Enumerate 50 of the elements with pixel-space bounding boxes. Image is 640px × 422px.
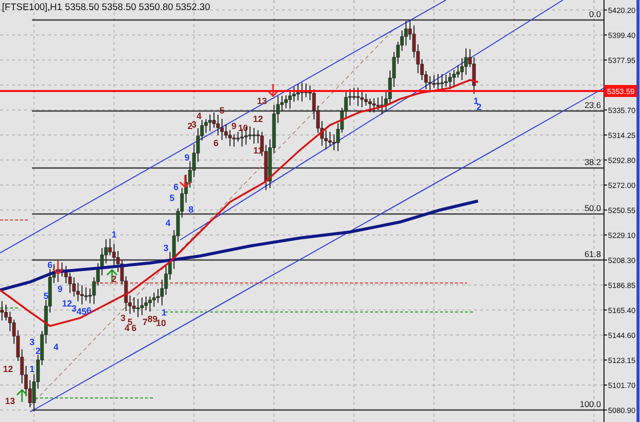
count-label: 9 xyxy=(152,314,158,324)
count-label: 7 xyxy=(142,317,148,328)
down-arrow-icon xyxy=(179,174,191,188)
down-arrow-icon xyxy=(267,83,279,98)
count-label: 9 xyxy=(232,121,236,132)
count-label: 13 xyxy=(5,396,15,406)
count-label: 2 xyxy=(476,102,482,112)
count-label: 9 xyxy=(58,284,62,294)
fibonacci-level-label: 23.6 xyxy=(584,100,601,110)
count-label: 4 xyxy=(166,218,170,228)
count-label: 8 xyxy=(148,314,152,324)
count-label: 1 xyxy=(112,230,116,240)
fibonacci-level-label: 38.2 xyxy=(584,157,601,167)
count-label: 4 xyxy=(76,306,82,317)
count-label: 10 xyxy=(156,318,166,328)
count-label: 2 xyxy=(36,346,40,356)
fibonacci-level-label: 61.8 xyxy=(584,249,601,259)
count-label: 3 xyxy=(72,303,76,314)
count-label: 5 xyxy=(44,290,48,301)
count-label: 4 xyxy=(54,342,58,352)
fibonacci-level-label: 100.0 xyxy=(580,399,601,409)
count-label: 4 xyxy=(124,323,130,333)
count-label: 3 xyxy=(192,119,196,130)
count-label: 4 xyxy=(196,111,202,122)
count-label: 1 xyxy=(30,364,34,374)
count-label: 2 xyxy=(188,121,192,131)
count-label: 12 xyxy=(3,364,13,374)
count-label: 1 xyxy=(474,96,478,106)
count-label: 12 xyxy=(253,114,263,124)
count-label: 9 xyxy=(184,152,190,162)
count-label: 3 xyxy=(120,313,126,324)
count-label: 8 xyxy=(188,204,194,215)
chart-header: [FTSE100],H1 5358.50 5358.50 5350.80 5352.30 xyxy=(2,2,210,13)
count-label: 5 xyxy=(82,306,86,317)
count-label: 5 xyxy=(128,317,132,327)
count-label: 6 xyxy=(48,260,52,270)
count-label: 13 xyxy=(257,96,267,106)
fibonacci-level-label: 0.0 xyxy=(589,9,601,19)
down-arrow-icon xyxy=(52,261,64,276)
count-label: 3 xyxy=(164,243,168,254)
fibonacci-level-label: 50.0 xyxy=(584,203,601,213)
count-label: 6 xyxy=(174,182,178,192)
count-label: 6 xyxy=(132,323,136,333)
count-label: 3 xyxy=(30,337,34,347)
count-label: 1 xyxy=(162,307,166,318)
count-label: 12 xyxy=(62,298,72,308)
count-label: 6 xyxy=(214,138,218,148)
up-arrow-icon xyxy=(16,388,28,403)
count-label: 5 xyxy=(170,193,174,203)
count-label: 10 xyxy=(238,122,248,133)
